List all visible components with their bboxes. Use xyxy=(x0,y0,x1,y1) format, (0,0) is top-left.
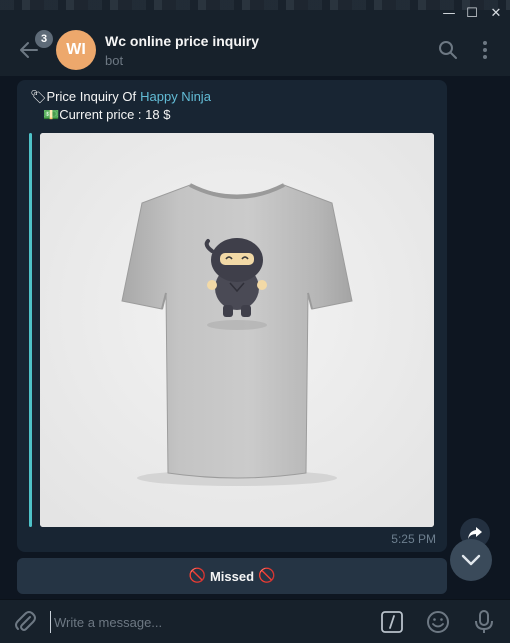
search-icon xyxy=(439,41,457,59)
minimize-button[interactable]: — xyxy=(438,4,460,22)
chat-area[interactable]: 🏷Price Inquiry Of Happy Ninja 💵Current pr… xyxy=(0,76,510,599)
attach-icon xyxy=(15,611,36,631)
prohibited-icon: 🚫 xyxy=(188,568,206,584)
price-inquiry-label: Price Inquiry Of xyxy=(46,89,137,104)
message-line-product: 🏷Price Inquiry Of Happy Ninja xyxy=(30,89,211,105)
maximize-button[interactable]: ☐ xyxy=(461,4,483,22)
search-button[interactable] xyxy=(436,38,460,62)
message-bubble[interactable]: 🏷Price Inquiry Of Happy Ninja 💵Current pr… xyxy=(17,80,447,552)
message-time: 5:25 PM xyxy=(391,532,436,546)
attach-button[interactable] xyxy=(12,609,38,635)
emoji-button[interactable] xyxy=(425,609,451,635)
chevron-down-icon xyxy=(461,554,481,566)
avatar[interactable]: WI xyxy=(56,30,96,70)
tshirt-ninja-illustration xyxy=(40,133,434,527)
chat-header: 3 WI Wc online price inquiry bot xyxy=(0,24,510,76)
unread-badge: 3 xyxy=(35,30,53,48)
product-image[interactable] xyxy=(40,133,434,527)
chat-status: bot xyxy=(105,53,124,68)
window-titlebar: — ☐ ✕ xyxy=(0,0,510,24)
current-price-text: Current price : 18 $ xyxy=(59,107,171,122)
chat-title[interactable]: Wc online price inquiry xyxy=(105,33,259,49)
voice-button[interactable] xyxy=(471,609,497,635)
message-line-price: 💵Current price : 18 $ xyxy=(43,107,170,123)
share-arrow-icon xyxy=(468,527,482,539)
message-composer xyxy=(0,599,510,643)
missed-button[interactable]: 🚫 Missed 🚫 xyxy=(17,558,447,594)
background-strip xyxy=(0,0,510,10)
message-input[interactable] xyxy=(50,611,360,633)
more-button[interactable] xyxy=(473,38,497,62)
scroll-down-button[interactable] xyxy=(450,539,492,581)
bot-commands-button[interactable] xyxy=(379,609,405,635)
missed-label: Missed xyxy=(209,568,255,584)
more-vertical-icon xyxy=(483,41,487,59)
microphone-icon xyxy=(475,610,493,633)
product-link[interactable]: Happy Ninja xyxy=(140,89,211,104)
money-icon: 💵 xyxy=(43,108,60,123)
emoji-icon xyxy=(427,611,449,633)
prohibited-icon: 🚫 xyxy=(258,568,276,584)
close-window-button[interactable]: ✕ xyxy=(485,4,507,22)
bot-commands-icon xyxy=(381,611,403,633)
price-tag-icon: 🏷 xyxy=(30,90,47,105)
link-preview-accent xyxy=(29,133,32,527)
